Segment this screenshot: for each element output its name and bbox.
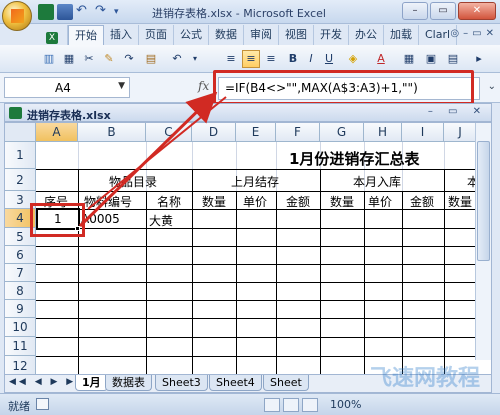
dropdown-icon[interactable]: ▾: [186, 50, 204, 68]
italic-button[interactable]: I: [302, 50, 320, 68]
sheet-tab-3[interactable]: Sheet3: [155, 375, 208, 391]
undo-toolbar-icon[interactable]: ↶: [168, 50, 186, 68]
window-title: 进销存表格.xlsx - Microsoft Excel: [152, 7, 326, 20]
header-amount-2: 金额: [410, 195, 435, 209]
office-logo-icon: [11, 9, 24, 23]
align-left-icon[interactable]: ≡: [222, 50, 240, 68]
workbook-titlebar: 进销存表格.xlsx – ▭ ✕: [4, 103, 492, 122]
help-icon[interactable]: ◎: [450, 28, 459, 39]
sheet-title: 1月份进销存汇总表: [289, 150, 420, 168]
table-icon[interactable]: ▦: [60, 50, 78, 68]
fill-color-icon[interactable]: ◈: [344, 50, 362, 68]
excel-small-icon: X: [46, 32, 58, 44]
tab-review[interactable]: 审阅: [244, 25, 279, 45]
sheet-tab-5[interactable]: Sheet: [263, 375, 309, 391]
macro-record-icon[interactable]: [36, 398, 49, 410]
name-box-value: A4: [55, 81, 71, 95]
office-button[interactable]: [2, 1, 32, 31]
tab-office[interactable]: 办公: [349, 25, 384, 45]
sheet-tab-2[interactable]: 数据表: [105, 375, 152, 391]
wrap-icon[interactable]: ▤: [444, 50, 462, 68]
chart-icon[interactable]: ▥: [40, 50, 58, 68]
ribbon-toolbar: ▥ ▦ ✂ ✎ ↷ ▤ ↶ ▾ ≡ ≡ ≡ B I U ◈ A ▦ ▣ ▤ ▸: [0, 45, 500, 73]
excel-app-icon: [38, 4, 54, 20]
header-qty-2: 数量: [330, 195, 355, 209]
workbook-window-controls[interactable]: – ▭ ✕: [428, 106, 487, 117]
redo-icon[interactable]: ↷: [95, 4, 111, 20]
borders-icon[interactable]: ▦: [400, 50, 418, 68]
align-center-icon[interactable]: ≡: [242, 50, 260, 68]
font-color-button[interactable]: A: [372, 50, 390, 68]
tab-data[interactable]: 数据: [209, 25, 244, 45]
redo-toolbar-icon[interactable]: ↷: [120, 50, 138, 68]
header-code: 物料编号: [84, 195, 133, 209]
normal-view-icon[interactable]: [264, 398, 280, 412]
ribbon-minimize-icon[interactable]: –: [463, 28, 468, 39]
tab-addins[interactable]: 加载: [384, 25, 419, 45]
customize-qat-icon[interactable]: ▾: [114, 4, 130, 20]
bold-button[interactable]: B: [284, 50, 302, 68]
header-qty-1: 数量: [202, 195, 227, 209]
sheet-tab-1[interactable]: 1月: [75, 375, 108, 391]
cell-b4-code[interactable]: A0005: [81, 212, 120, 226]
title-bar: ↶ ↷ ▾ 进销存表格.xlsx - Microsoft Excel – ▭ ✕: [0, 0, 500, 24]
header-qty-3: 数量: [448, 195, 473, 209]
page-break-view-icon[interactable]: [302, 398, 318, 412]
header-name: 名称: [157, 195, 182, 209]
vertical-scroll-thumb[interactable]: [477, 141, 490, 261]
ribbon-close-icon[interactable]: ✕: [486, 28, 494, 39]
header-price-1: 单价: [243, 195, 268, 209]
tab-excel-icon[interactable]: X: [40, 25, 68, 45]
workbook-name: 进销存表格.xlsx: [27, 109, 111, 122]
tab-formulas[interactable]: 公式: [174, 25, 209, 45]
name-box[interactable]: A4 ▼: [4, 77, 130, 98]
page-layout-view-icon[interactable]: [283, 398, 299, 412]
watermark-text: 飞速网教程: [370, 366, 481, 391]
underline-button[interactable]: U: [320, 50, 338, 68]
ribbon-controls: ◎ – ▭ ✕: [450, 28, 494, 39]
workbook-icon: [9, 107, 22, 119]
tab-developer[interactable]: 开发: [314, 25, 349, 45]
formula-highlight-box: [213, 70, 474, 105]
sheet-tab-4[interactable]: Sheet4: [209, 375, 262, 391]
zoom-level[interactable]: 100%: [330, 398, 361, 411]
header-in-this-month: 本月入库: [353, 175, 402, 189]
cut-icon[interactable]: ✂: [80, 50, 98, 68]
merge-icon[interactable]: ▣: [422, 50, 440, 68]
tab-view[interactable]: 视图: [279, 25, 314, 45]
minimize-button[interactable]: –: [402, 2, 428, 20]
close-button[interactable]: ✕: [458, 2, 496, 20]
watermark-logo: 飞速网教程: [370, 360, 480, 392]
cell-c4-name[interactable]: 大黄: [149, 212, 173, 229]
worksheet-grid[interactable]: A B C D E F G H I J 1 2 3 4 5 6 7 8 9 10…: [4, 122, 492, 375]
status-ready: 就绪: [8, 400, 30, 413]
tab-home[interactable]: 开始: [68, 25, 104, 45]
tab-page[interactable]: 页面: [139, 25, 174, 45]
cell-highlight-box: [30, 203, 85, 237]
name-box-dropdown-icon[interactable]: ▼: [118, 81, 125, 91]
header-price-2: 单价: [368, 195, 393, 209]
format-painter-icon[interactable]: ✎: [100, 50, 118, 68]
header-amount-1: 金额: [286, 195, 311, 209]
header-item-catalog: 物品目录: [109, 175, 158, 189]
maximize-button[interactable]: ▭: [430, 2, 456, 20]
ribbon-tabs: X 开始 插入 页面 公式 数据 审阅 视图 开发 办公 加载 Clarl: [40, 25, 458, 45]
vertical-scrollbar[interactable]: [475, 123, 491, 360]
save-icon[interactable]: [57, 4, 73, 20]
paste-icon[interactable]: ▤: [142, 50, 160, 68]
formula-expand-icon[interactable]: ⌄: [488, 81, 496, 92]
status-bar: 就绪 100%: [0, 393, 500, 415]
window-controls: – ▭ ✕: [402, 2, 496, 20]
undo-icon[interactable]: ↶: [76, 4, 92, 20]
tab-insert[interactable]: 插入: [104, 25, 139, 45]
ribbon-restore-icon[interactable]: ▭: [472, 28, 481, 39]
insert-function-icon[interactable]: fx: [198, 79, 209, 93]
header-last-month: 上月结存: [231, 175, 280, 189]
quick-access-toolbar: ↶ ↷ ▾: [38, 4, 130, 20]
align-right-icon[interactable]: ≡: [262, 50, 280, 68]
view-buttons: [264, 398, 318, 412]
more-icon[interactable]: ▸: [470, 50, 488, 68]
